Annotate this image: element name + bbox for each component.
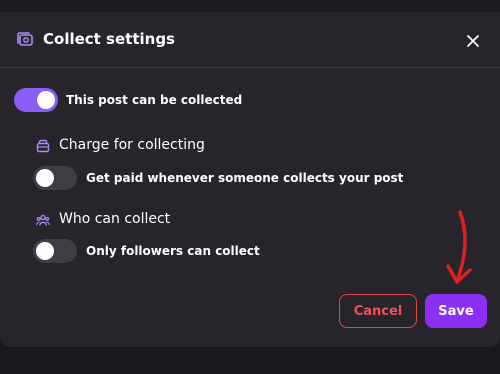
dialog-title: Collect settings	[43, 30, 175, 48]
charge-toggle-label: Get paid whenever someone collects your …	[86, 171, 404, 185]
collect-icon	[17, 32, 33, 46]
header-divider	[0, 67, 500, 68]
toggle-knob	[36, 242, 54, 260]
charge-toggle[interactable]	[33, 166, 77, 190]
charge-section-title: Charge for collecting	[59, 137, 205, 153]
dialog-header: Collect settings	[0, 12, 500, 68]
followers-only-toggle[interactable]	[33, 239, 77, 263]
save-button[interactable]: Save	[425, 294, 487, 328]
wallet-icon	[36, 139, 50, 153]
toggle-knob	[37, 91, 55, 109]
people-icon	[36, 214, 50, 226]
collectable-toggle[interactable]	[14, 88, 58, 112]
background-strip	[0, 0, 500, 12]
collect-settings-dialog: Collect settings This post can be collec…	[0, 12, 500, 347]
annotation-arrow-icon	[446, 210, 472, 284]
toggle-knob	[36, 169, 54, 187]
followers-only-label: Only followers can collect	[86, 244, 260, 258]
cancel-button[interactable]: Cancel	[339, 294, 417, 328]
collectable-label: This post can be collected	[66, 93, 243, 107]
who-section-title: Who can collect	[59, 211, 171, 227]
close-icon[interactable]	[462, 30, 484, 52]
